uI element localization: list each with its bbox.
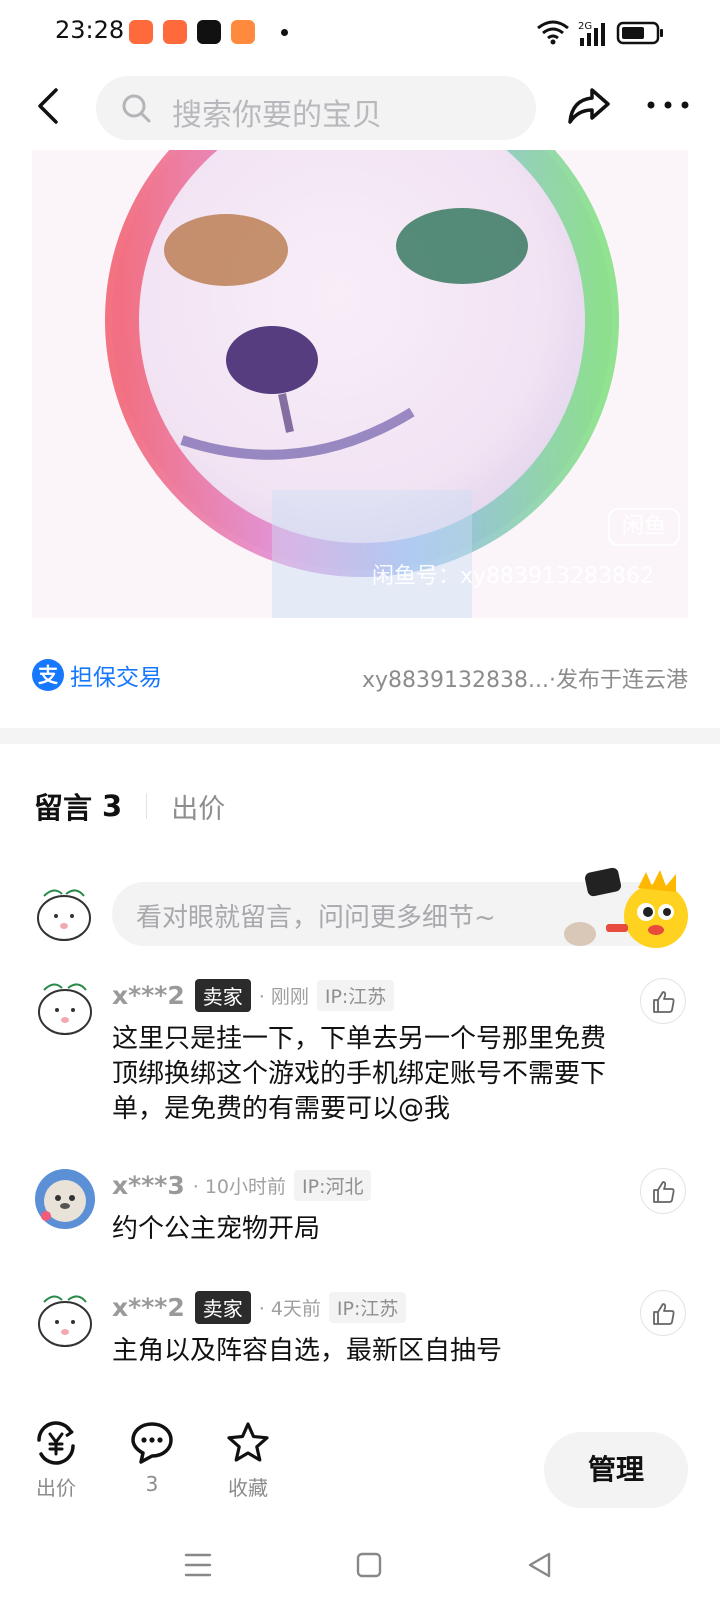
comment-count: 3 (145, 1472, 159, 1496)
comment-ip: IP:江苏 (316, 979, 395, 1011)
tab-separator (146, 793, 148, 819)
system-navigation-bar (0, 1530, 720, 1612)
comment-item: x***2 卖家 · 刚刚 IP:江苏 这里只是挂一下，下单去另一个号那里免费顶… (34, 978, 686, 1128)
product-image[interactable]: 闲鱼 闲鱼号：xy883913283862 (32, 150, 688, 618)
favorite-label: 收藏 (228, 1476, 268, 1500)
commenter-avatar[interactable] (34, 978, 96, 1040)
comment-ip: IP:江苏 (328, 1291, 407, 1323)
comment-header: x***3 · 10小时前 IP:河北 (112, 1168, 372, 1202)
comment-icon (131, 1422, 173, 1464)
more-icon[interactable] (645, 90, 691, 120)
back-icon[interactable] (32, 82, 68, 130)
comment-button[interactable]: 3 (112, 1420, 192, 1496)
share-icon[interactable] (566, 82, 612, 128)
comment-text[interactable]: 这里只是挂一下，下单去另一个号那里免费顶绑换绑这个游戏的手机绑定账号不需要下单，… (112, 1022, 612, 1127)
comment-text[interactable]: 约个公主宠物开局 (112, 1212, 612, 1247)
like-icon (653, 1303, 675, 1325)
manage-button[interactable]: 管理 (544, 1432, 688, 1508)
comment-item: x***3 · 10小时前 IP:河北 约个公主宠物开局 (34, 1168, 686, 1248)
comment-time: · 刚刚 (258, 985, 309, 1008)
my-avatar (37, 889, 91, 941)
app-notification-icon (163, 20, 187, 44)
network-type: 2G (578, 21, 592, 32)
status-time: 23:28 (55, 16, 125, 44)
comment-tabs: 留言 3 出价 (34, 786, 225, 826)
comment-item: x***2 卖家 · 4天前 IP:江苏 主角以及阵容自选，最新区自抽号 (34, 1290, 686, 1370)
comment-header: x***2 卖家 · 刚刚 IP:江苏 (112, 978, 395, 1012)
status-bar: 23:28 2G (0, 0, 720, 66)
comment-text[interactable]: 主角以及阵容自选，最新区自抽号 (112, 1334, 612, 1369)
search-icon (122, 94, 151, 123)
bid-icon (37, 1421, 75, 1465)
comment-time: · 10小时前 (192, 1175, 287, 1198)
comment-placeholder: 看对眼就留言，问问更多细节~ (136, 903, 496, 933)
more-notifications-icon (281, 29, 288, 36)
comment-time: · 4天前 (258, 1297, 321, 1320)
watermark-badge: 闲鱼 (608, 508, 680, 546)
comment-username[interactable]: x***2 (112, 981, 185, 1010)
wifi-icon (537, 20, 569, 40)
bid-button[interactable]: 出价 (16, 1420, 96, 1501)
nav-back-icon[interactable] (527, 1552, 553, 1578)
bottom-action-bar: 出价 3 收藏 管理 (0, 1420, 720, 1520)
bid-label: 出价 (36, 1476, 76, 1500)
like-button[interactable] (640, 1290, 686, 1336)
search-input[interactable]: 搜索你要的宝贝 (96, 76, 536, 140)
seller-badge: 卖家 (194, 1290, 251, 1324)
like-button[interactable] (640, 978, 686, 1024)
product-photo (32, 150, 688, 618)
book-app-icon (231, 20, 255, 44)
tab-comments[interactable]: 留言 (34, 785, 92, 827)
guarantee-trade-link[interactable]: 支 担保交易 (32, 658, 162, 692)
like-button[interactable] (640, 1168, 686, 1214)
search-header: 搜索你要的宝贝 (0, 70, 720, 146)
tab-bids[interactable]: 出价 (171, 787, 225, 826)
alipay-icon: 支 (32, 659, 64, 691)
like-icon (653, 1181, 675, 1203)
battery-icon (616, 21, 663, 45)
comment-header: x***2 卖家 · 4天前 IP:江苏 (112, 1290, 407, 1324)
commenter-avatar[interactable] (34, 1290, 96, 1352)
seller-badge: 卖家 (194, 978, 251, 1012)
signal-battery-icons: 2G (537, 20, 663, 46)
tab-comments-count: 3 (102, 789, 123, 823)
comment-username[interactable]: x***2 (112, 1293, 185, 1322)
favorite-button[interactable]: 收藏 (208, 1420, 288, 1501)
app-notification-icon (129, 20, 153, 44)
tiktok-icon (197, 20, 221, 44)
guarantee-label: 担保交易 (70, 665, 162, 691)
commenter-avatar[interactable] (34, 1168, 96, 1230)
comment-ip: IP:河北 (294, 1169, 372, 1201)
publish-info: xy8839132838...·发布于连云港 (362, 668, 688, 693)
star-icon (227, 1422, 269, 1462)
comment-username[interactable]: x***3 (112, 1171, 185, 1200)
search-placeholder: 搜索你要的宝贝 (172, 98, 382, 133)
nav-home-icon[interactable] (356, 1552, 382, 1578)
nav-menu-icon[interactable] (184, 1552, 212, 1578)
watermark-text: 闲鱼号：xy883913283862 (371, 564, 654, 589)
like-icon (653, 991, 675, 1013)
fish-mascot-icon (564, 867, 688, 948)
section-divider (0, 728, 720, 744)
